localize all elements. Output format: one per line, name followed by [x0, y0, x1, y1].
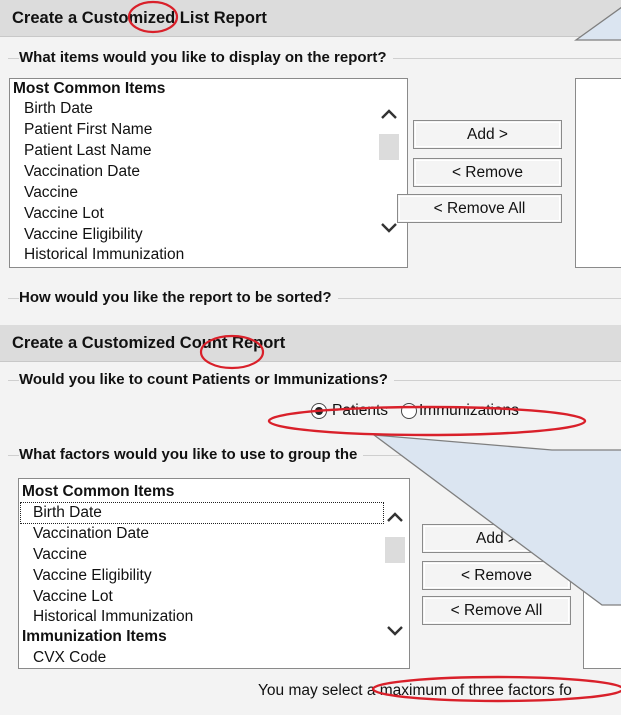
count-question-text: Would you like to count Patients or Immu…: [19, 371, 394, 388]
selected-factors-listbox[interactable]: [583, 478, 621, 669]
add-button[interactable]: Add >: [422, 524, 571, 553]
count-report-title: Create a Customized Count Report: [12, 334, 286, 352]
add-button[interactable]: Add >: [413, 120, 562, 149]
chevron-up-icon[interactable]: [386, 511, 404, 523]
list-item[interactable]: Vaccine: [33, 545, 87, 565]
list-item[interactable]: Historical Immunization: [24, 245, 184, 265]
chevron-up-icon[interactable]: [380, 108, 398, 120]
group-factors-listbox[interactable]: Most Common Items Birth Date Vaccination…: [18, 478, 410, 669]
available-items-listbox[interactable]: Most Common Items Birth Date Patient Fir…: [9, 78, 408, 268]
selected-items-listbox[interactable]: [575, 78, 621, 268]
list-item[interactable]: Vaccine: [24, 183, 78, 203]
immunizations-radio[interactable]: [401, 403, 417, 419]
patients-radio[interactable]: [311, 403, 327, 419]
remove-all-button[interactable]: < Remove All: [422, 596, 571, 625]
group-question-text: What factors would you like to use to gr…: [19, 446, 364, 463]
sort-question-text: How would you like the report to be sort…: [19, 289, 338, 306]
listbox-group-label: Most Common Items: [22, 483, 175, 500]
list-item[interactable]: Vaccine Eligibility: [24, 225, 143, 245]
max-factors-note: You may select a maximum of three factor…: [258, 682, 572, 699]
count-report-header: Create a Customized Count Report: [0, 325, 621, 362]
listbox-group-label: Most Common Items: [13, 80, 166, 97]
list-item[interactable]: Vaccination Date: [33, 524, 149, 544]
list-report-panel: Create a Customized List Report What ite…: [0, 0, 621, 325]
count-report-panel: Create a Customized Count Report Would y…: [0, 325, 621, 715]
list-item[interactable]: Vaccine Lot: [24, 204, 104, 224]
list-item[interactable]: Birth Date: [24, 99, 93, 119]
listbox-scrollbar[interactable]: [376, 79, 402, 267]
list-report-title: Create a Customized List Report: [12, 9, 267, 27]
list-item[interactable]: Birth Date: [33, 503, 102, 523]
listbox-group-label: Immunization Items: [22, 628, 167, 645]
scrollbar-thumb[interactable]: [379, 134, 399, 160]
list-item[interactable]: Patient First Name: [24, 120, 152, 140]
listbox-scrollbar[interactable]: [382, 479, 408, 668]
list-item[interactable]: Vaccine Lot: [33, 587, 113, 607]
list-report-header: Create a Customized List Report: [0, 0, 621, 37]
list-item[interactable]: Patient Last Name: [24, 141, 152, 161]
scrollbar-thumb[interactable]: [385, 537, 405, 563]
remove-button[interactable]: < Remove: [422, 561, 571, 590]
list-item[interactable]: Historical Immunization: [33, 607, 193, 627]
list-item[interactable]: Vaccine Eligibility: [33, 566, 152, 586]
immunizations-radio-label[interactable]: Immunizations: [419, 402, 519, 420]
chevron-down-icon[interactable]: [380, 222, 398, 234]
display-items-question-text: What items would you like to display on …: [19, 49, 393, 66]
chevron-down-icon[interactable]: [386, 625, 404, 637]
remove-all-button[interactable]: < Remove All: [397, 194, 562, 223]
remove-button[interactable]: < Remove: [413, 158, 562, 187]
list-item[interactable]: CVX Code: [33, 648, 106, 668]
list-item[interactable]: Vaccination Date: [24, 162, 140, 182]
patients-radio-label[interactable]: Patients: [332, 402, 388, 420]
